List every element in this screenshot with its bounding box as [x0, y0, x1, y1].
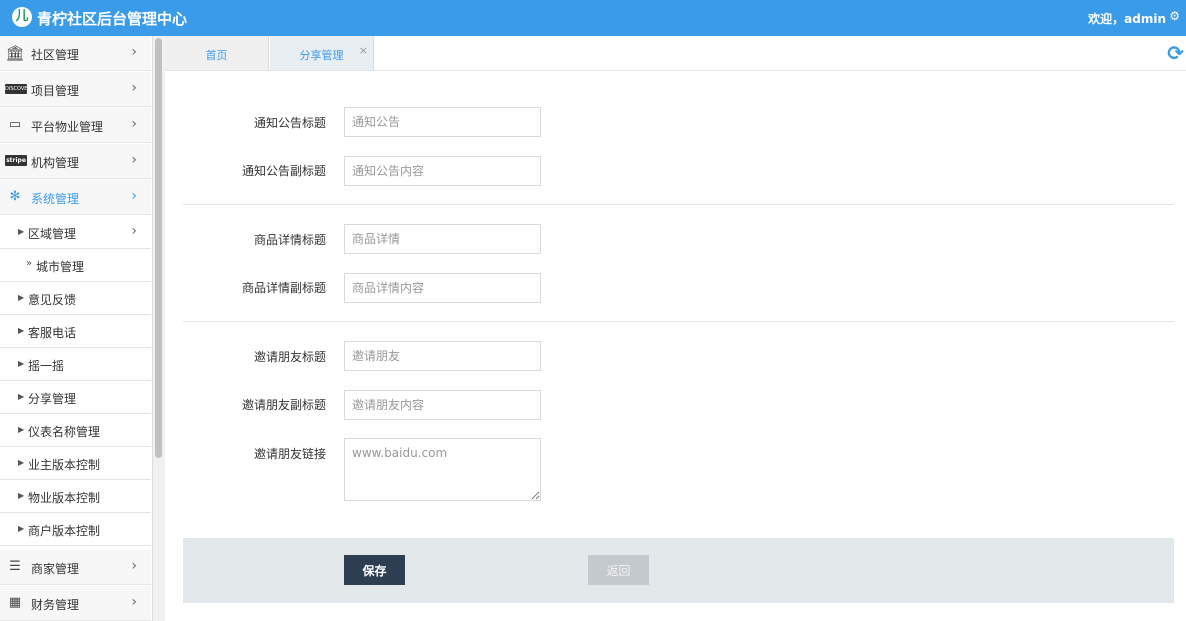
sidebar-item-project[interactable]: DISCOVER 项目管理 › [0, 72, 151, 107]
sidebar-item-label: 社区管理 [31, 48, 80, 62]
chevron-right-icon: › [131, 80, 137, 96]
chevron-right-icon: › [131, 594, 137, 610]
caret-right-icon: ▶ [18, 392, 25, 401]
sidebar-sub-label: 仪表名称管理 [28, 425, 101, 439]
app-title: 青柠社区后台管理中心 [37, 10, 188, 28]
sidebar-item-community[interactable]: 🏛 社区管理 › [0, 36, 151, 71]
notice-title-input[interactable] [344, 107, 541, 137]
goods-title-input[interactable] [344, 224, 541, 254]
bank-icon: 🏛 [5, 44, 25, 62]
sidebar-sub-property-version[interactable]: ▶ 物业版本控制 [0, 480, 151, 513]
sidebar-sub-meter-names[interactable]: ▶ 仪表名称管理 [0, 414, 151, 447]
sidebar-sub-label: 物业版本控制 [28, 491, 101, 505]
back-button[interactable]: 返回 [588, 555, 649, 585]
section-divider [183, 321, 1174, 322]
chevron-right-icon: › [131, 44, 137, 60]
list-icon: ☰ [9, 559, 21, 574]
tab-home[interactable]: 首页 [165, 36, 269, 70]
sidebar-sub-service-phone[interactable]: ▶ 客服电话 [0, 315, 151, 348]
goods-subtitle-label: 商品详情副标题 [241, 281, 326, 295]
close-icon[interactable]: × [359, 44, 368, 57]
tab-label: 分享管理 [299, 49, 344, 62]
invite-link-textarea[interactable] [344, 438, 541, 501]
notice-subtitle-label: 通知公告副标题 [241, 164, 326, 178]
double-chevron-icon: » [26, 258, 33, 269]
sidebar-sub-city[interactable]: » 城市管理 [0, 249, 151, 282]
chevron-right-icon: › [131, 223, 137, 239]
invite-link-label: 邀请朋友链接 [253, 447, 326, 461]
tab-share-management[interactable]: 分享管理 × [270, 36, 374, 70]
sidebar-sub-label: 城市管理 [36, 260, 85, 274]
goods-title-label: 商品详情标题 [253, 233, 326, 247]
sidebar-sub-label: 业主版本控制 [28, 458, 101, 472]
sidebar-item-label: 机构管理 [31, 156, 80, 170]
invite-subtitle-label: 邀请朋友副标题 [241, 398, 326, 412]
sidebar-item-property[interactable]: ▭ 平台物业管理 › [0, 108, 151, 143]
sidebar-item-finance[interactable]: ▦ 财务管理 › [0, 586, 151, 621]
sidebar-item-institution[interactable]: stripe 机构管理 › [0, 144, 151, 179]
monitor-icon: ▭ [8, 117, 22, 132]
caret-right-icon: ▶ [18, 326, 25, 335]
sidebar-item-label: 商家管理 [31, 562, 80, 576]
sidebar-item-label: 系统管理 [31, 192, 80, 206]
sidebar-item-label: 财务管理 [31, 598, 80, 612]
caret-right-icon: ▶ [18, 491, 25, 500]
tab-bar: 首页 分享管理 × [165, 36, 1186, 71]
sidebar-sub-label: 客服电话 [28, 326, 77, 340]
sidebar-item-system[interactable]: ✻ 系统管理 › [0, 180, 151, 215]
sidebar-sub-feedback[interactable]: ▶ 意见反馈 [0, 282, 151, 315]
top-header: ⼉ 青柠社区后台管理中心 欢迎，admin ⚙ [0, 0, 1186, 36]
sidebar-item-label: 项目管理 [31, 84, 80, 98]
chevron-right-icon: › [131, 116, 137, 132]
caret-right-icon: ▶ [18, 458, 25, 467]
caret-right-icon: ▶ [18, 524, 25, 533]
goods-subtitle-input[interactable] [344, 273, 541, 303]
discover-card-icon: DISCOVER [5, 84, 31, 94]
yelp-icon: ✻ [9, 189, 21, 204]
save-button[interactable]: 保存 [344, 555, 405, 585]
chevron-right-icon: › [131, 152, 137, 168]
form-actions-bar: 保存 返回 [183, 538, 1174, 603]
chevron-right-icon: › [131, 188, 137, 204]
sidebar-scroll-thumb[interactable] [155, 38, 162, 458]
invite-title-input[interactable] [344, 341, 541, 371]
sidebar-sub-shake[interactable]: ▶ 摇一摇 [0, 348, 151, 381]
sidebar-sub-label: 意见反馈 [28, 293, 77, 307]
section-divider [183, 204, 1174, 205]
sidebar-item-merchant[interactable]: ☰ 商家管理 › [0, 550, 151, 585]
caret-right-icon: ▶ [18, 293, 25, 302]
gear-icon[interactable]: ⚙ [1169, 9, 1180, 23]
sidebar-scrollbar[interactable] [152, 36, 165, 621]
caret-right-icon: ▶ [18, 359, 25, 368]
sidebar-sub-share[interactable]: ▶ 分享管理 [0, 381, 151, 414]
sidebar-item-label: 平台物业管理 [31, 120, 104, 134]
welcome-text[interactable]: 欢迎，admin [1088, 10, 1166, 27]
sidebar-sub-label: 分享管理 [28, 392, 77, 406]
logo-icon: ⼉ [12, 7, 32, 27]
refresh-icon[interactable]: ⟳ [1167, 41, 1184, 65]
sidebar-sub-region[interactable]: ▶ 区域管理 › [0, 216, 151, 249]
notice-title-label: 通知公告标题 [253, 116, 326, 130]
calculator-icon: ▦ [8, 595, 22, 610]
sidebar: 🏛 社区管理 › DISCOVER 项目管理 › ▭ 平台物业管理 › stri… [0, 36, 151, 621]
chevron-right-icon: › [131, 558, 137, 574]
caret-right-icon: ▶ [18, 425, 25, 434]
sidebar-sub-label: 区域管理 [28, 227, 77, 241]
sidebar-sub-merchant-version[interactable]: ▶ 商户版本控制 [0, 513, 151, 546]
sidebar-sub-label: 摇一摇 [28, 359, 65, 373]
notice-subtitle-input[interactable] [344, 156, 541, 186]
sidebar-sub-owner-version[interactable]: ▶ 业主版本控制 [0, 447, 151, 480]
invite-subtitle-input[interactable] [344, 390, 541, 420]
invite-title-label: 邀请朋友标题 [253, 350, 326, 364]
sidebar-sub-label: 商户版本控制 [28, 524, 101, 538]
caret-right-icon: ▶ [18, 227, 25, 236]
tab-label: 首页 [205, 49, 228, 62]
stripe-icon: stripe [5, 155, 27, 166]
